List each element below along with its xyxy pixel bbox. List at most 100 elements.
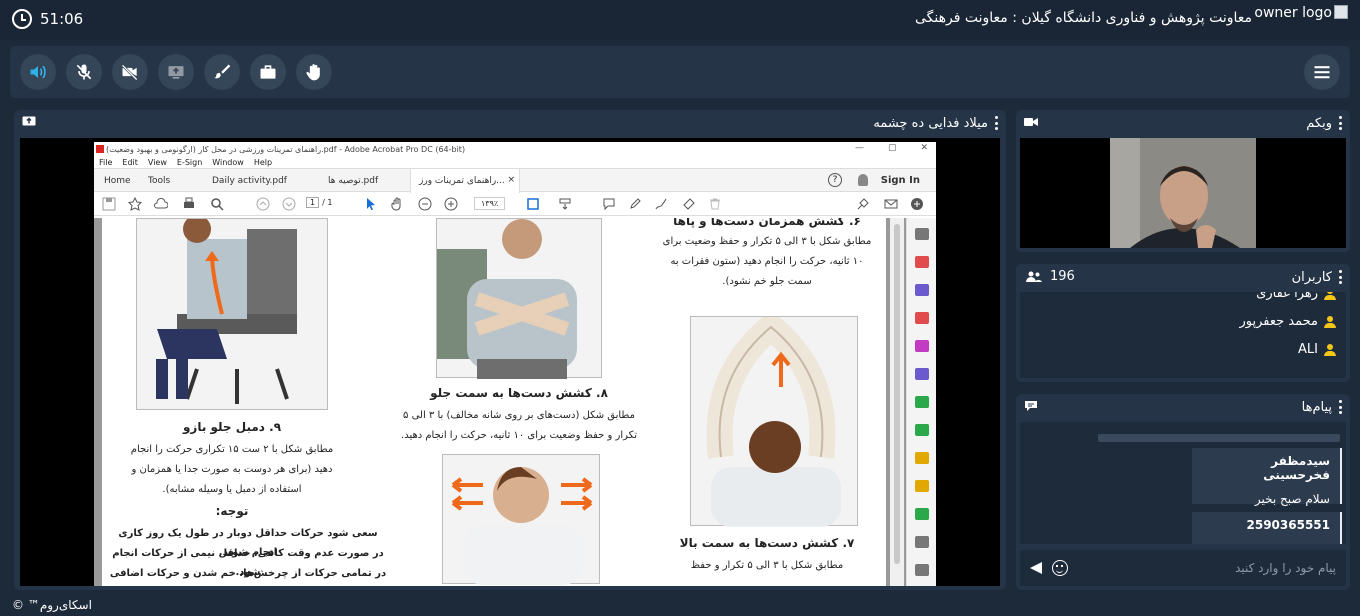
users-group-icon bbox=[1026, 271, 1042, 282]
fit-page-icon[interactable] bbox=[526, 197, 540, 211]
ex6-body-2: ۱۰ ثانیه، حرکت را انجام دهید (ستون فقرات… bbox=[670, 256, 864, 267]
tab-home[interactable]: Home bbox=[96, 169, 139, 192]
combine-files-icon[interactable] bbox=[915, 284, 929, 296]
tab-exercise-guide[interactable]: راهنمای تمرینات ورز... × bbox=[410, 169, 520, 193]
select-cursor-icon[interactable] bbox=[364, 197, 378, 211]
search-tool-icon[interactable] bbox=[915, 228, 929, 240]
page-up-icon[interactable] bbox=[256, 197, 270, 211]
message-item[interactable]: 2590365551 bbox=[1192, 512, 1342, 544]
screen-share-button[interactable] bbox=[158, 54, 194, 90]
emoji-icon[interactable] bbox=[1052, 560, 1068, 576]
scroll-mode-icon[interactable] bbox=[558, 197, 572, 211]
add-user-icon[interactable] bbox=[910, 197, 924, 211]
zoom-in-icon[interactable] bbox=[444, 197, 458, 211]
fill-sign-icon[interactable] bbox=[915, 368, 929, 380]
person-silhouette bbox=[1110, 138, 1256, 248]
speaker-icon bbox=[30, 65, 46, 79]
send-icon[interactable] bbox=[1030, 562, 1042, 574]
menu-help[interactable]: Help bbox=[254, 158, 272, 167]
page-down-icon[interactable] bbox=[282, 197, 296, 211]
minimize-icon[interactable]: — bbox=[855, 143, 864, 153]
users-list[interactable]: زهرا غفاری محمد جعفرپور ALI bbox=[1020, 292, 1346, 378]
edit-pdf-icon[interactable] bbox=[915, 340, 929, 352]
speaker-button[interactable] bbox=[20, 54, 56, 90]
message-body: سلام صبح بخیر bbox=[1254, 492, 1330, 506]
panel-menu-dots-icon[interactable] bbox=[994, 116, 998, 130]
control-toolbar bbox=[10, 46, 1350, 98]
message-input[interactable] bbox=[1080, 556, 1336, 580]
page-current[interactable]: 1 bbox=[306, 197, 320, 208]
message-item[interactable]: سیدمظفر فخرحسینی سلام صبح بخیر bbox=[1192, 448, 1342, 506]
comment-icon[interactable] bbox=[602, 197, 616, 211]
message-sender: 2590365551 bbox=[1246, 518, 1331, 532]
upload-cloud-icon[interactable] bbox=[154, 197, 168, 211]
messages-list[interactable]: سیدمظفر فخرحسینی سلام صبح بخیر 259036555… bbox=[1020, 422, 1346, 544]
star-icon[interactable] bbox=[128, 197, 142, 211]
print-icon[interactable] bbox=[182, 197, 196, 211]
sign-in-button[interactable]: Sign In bbox=[881, 175, 920, 186]
menu-edit[interactable]: Edit bbox=[122, 158, 138, 167]
users-menu-dots-icon[interactable] bbox=[1338, 270, 1342, 284]
menu-file[interactable]: File bbox=[99, 158, 112, 167]
messages-menu-dots-icon[interactable] bbox=[1338, 400, 1342, 414]
draw-icon[interactable] bbox=[654, 197, 668, 211]
figure-arms-forward bbox=[436, 218, 602, 379]
pdf-page[interactable]: ۶. کشش همزمان دست‌ها و پاها مطابق شکل با… bbox=[102, 218, 886, 586]
message-card-partial bbox=[1098, 434, 1340, 442]
share-link-icon[interactable] bbox=[856, 197, 870, 211]
raise-hand-button[interactable] bbox=[296, 54, 332, 90]
webcam-menu-dots-icon[interactable] bbox=[1338, 116, 1342, 130]
ex7-title: ۷. کشش دست‌ها به سمت بالا bbox=[679, 536, 855, 550]
document-scrollbar[interactable] bbox=[890, 218, 904, 586]
organize-pages-icon[interactable] bbox=[915, 312, 929, 324]
zoom-level[interactable]: ۱۳۹٪ bbox=[474, 197, 506, 210]
menu-window[interactable]: Window bbox=[212, 158, 244, 167]
expand-tools-icon[interactable] bbox=[915, 536, 929, 548]
export-pdf-icon[interactable] bbox=[915, 396, 929, 408]
briefcase-icon bbox=[260, 65, 276, 79]
webcam-title: وبکم bbox=[1306, 115, 1332, 131]
excel-export-icon[interactable] bbox=[915, 424, 929, 436]
zoom-out-icon[interactable] bbox=[418, 197, 432, 211]
menu-button[interactable] bbox=[1304, 54, 1340, 90]
print-production-icon[interactable] bbox=[915, 508, 929, 520]
user-icon bbox=[1324, 343, 1336, 356]
user-item[interactable]: زهرا غفاری bbox=[1256, 292, 1336, 301]
bell-icon[interactable] bbox=[858, 174, 868, 186]
highlight-pen-icon[interactable] bbox=[628, 197, 642, 211]
user-item[interactable]: محمد جعفرپور bbox=[1240, 314, 1336, 329]
tab-close-icon[interactable]: × bbox=[507, 175, 515, 185]
camera-button[interactable] bbox=[112, 54, 148, 90]
whiteboard-button[interactable] bbox=[204, 54, 240, 90]
menu-esign[interactable]: E-Sign bbox=[177, 158, 202, 167]
note-body-3: در تمامی حرکات از چرخش‌ها، خم شدن و حرکا… bbox=[109, 568, 387, 579]
zoom-search-icon[interactable] bbox=[210, 197, 224, 211]
note-title: توجه: bbox=[215, 504, 249, 518]
menu-view[interactable]: View bbox=[148, 158, 167, 167]
user-icon bbox=[1324, 292, 1336, 300]
collapse-pane-icon[interactable] bbox=[915, 564, 929, 576]
tab-tools[interactable]: Tools bbox=[140, 169, 178, 192]
comment-tool-icon[interactable] bbox=[915, 452, 929, 464]
tab-daily-activity[interactable]: Daily activity.pdf bbox=[204, 169, 295, 192]
help-icon[interactable]: ? bbox=[828, 173, 842, 187]
hand-tool-icon[interactable] bbox=[390, 197, 404, 211]
mail-icon[interactable] bbox=[884, 197, 898, 211]
ex9-title: ۹. دمبل جلو بازو bbox=[182, 420, 282, 434]
save-icon[interactable] bbox=[102, 197, 116, 211]
video-camera-icon[interactable] bbox=[1024, 116, 1038, 128]
webcam-video[interactable] bbox=[1020, 138, 1346, 248]
files-button[interactable] bbox=[250, 54, 286, 90]
screen-share-small-icon[interactable] bbox=[22, 116, 36, 128]
close-icon[interactable]: ✕ bbox=[920, 143, 928, 153]
message-sender: سیدمظفر فخرحسینی bbox=[1263, 454, 1330, 482]
sticky-note-icon[interactable] bbox=[915, 480, 929, 492]
create-pdf-icon[interactable] bbox=[915, 256, 929, 268]
tab-recommendations[interactable]: توصیه ها.pdf bbox=[320, 169, 386, 192]
user-item[interactable]: ALI bbox=[1298, 342, 1336, 357]
users-title: کاربران bbox=[1291, 269, 1332, 285]
microphone-button[interactable] bbox=[66, 54, 102, 90]
delete-icon[interactable] bbox=[708, 197, 722, 211]
stamp-icon[interactable] bbox=[682, 197, 696, 211]
maximize-icon[interactable]: ▢ bbox=[888, 143, 897, 153]
